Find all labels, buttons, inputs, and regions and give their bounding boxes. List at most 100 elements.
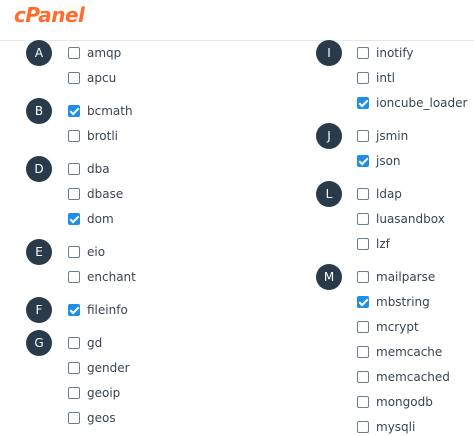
- checkbox-unchecked[interactable]: [357, 321, 369, 333]
- extension-label: eio: [87, 245, 106, 259]
- extension-label: gd: [87, 336, 103, 350]
- extension-option-amqp[interactable]: amqp: [68, 43, 121, 63]
- header: cPanel: [0, 0, 474, 41]
- checkbox-unchecked[interactable]: [357, 47, 369, 59]
- extension-label: memcached: [376, 370, 450, 384]
- extension-label: geos: [87, 411, 116, 425]
- checkbox-unchecked[interactable]: [357, 130, 369, 142]
- extension-label: jsmin: [376, 129, 409, 143]
- checkbox-checked[interactable]: [68, 304, 80, 316]
- extension-option-enchant[interactable]: enchant: [68, 267, 136, 287]
- letter-badge-a: A: [26, 40, 52, 66]
- checkbox-unchecked[interactable]: [68, 130, 80, 142]
- checkbox-unchecked[interactable]: [68, 246, 80, 258]
- extension-label: geoip: [87, 386, 121, 400]
- letter-badge-i: I: [316, 40, 342, 66]
- extension-option-ldap[interactable]: ldap: [357, 184, 402, 204]
- checkbox-unchecked[interactable]: [357, 213, 369, 225]
- letter-badge-b: B: [26, 98, 52, 124]
- extension-option-apcu[interactable]: apcu: [68, 68, 116, 88]
- extension-option-inotify[interactable]: inotify: [357, 43, 413, 63]
- extension-label: json: [376, 154, 401, 168]
- checkbox-unchecked[interactable]: [357, 72, 369, 84]
- extension-option-geos[interactable]: geos: [68, 408, 116, 428]
- extension-label: enchant: [87, 270, 136, 284]
- check-icon: [69, 105, 80, 116]
- checkbox-checked[interactable]: [68, 105, 80, 117]
- extension-option-gender[interactable]: gender: [68, 358, 130, 378]
- checkbox-checked[interactable]: [357, 97, 369, 109]
- checkbox-unchecked[interactable]: [68, 72, 80, 84]
- extension-option-lzf[interactable]: lzf: [357, 234, 390, 254]
- check-icon: [358, 97, 369, 108]
- checkbox-unchecked[interactable]: [68, 163, 80, 175]
- checkbox-unchecked[interactable]: [68, 387, 80, 399]
- extension-option-mailparse[interactable]: mailparse: [357, 267, 435, 287]
- extension-option-luasandbox[interactable]: luasandbox: [357, 209, 445, 229]
- checkbox-unchecked[interactable]: [357, 271, 369, 283]
- extension-label: intl: [376, 71, 395, 85]
- checkbox-unchecked[interactable]: [357, 421, 369, 433]
- extension-label: dom: [87, 212, 114, 226]
- extension-option-mongodb[interactable]: mongodb: [357, 392, 433, 412]
- extension-option-brotli[interactable]: brotli: [68, 126, 118, 146]
- checkbox-checked[interactable]: [357, 296, 369, 308]
- check-icon: [358, 155, 369, 166]
- checkbox-unchecked[interactable]: [68, 188, 80, 200]
- extension-option-dom[interactable]: dom: [68, 209, 114, 229]
- extension-option-json[interactable]: json: [357, 151, 401, 171]
- letter-badge-d: D: [26, 156, 52, 182]
- extension-option-dba[interactable]: dba: [68, 159, 110, 179]
- cpanel-logo[interactable]: cPanel: [14, 1, 85, 29]
- checkbox-unchecked[interactable]: [68, 47, 80, 59]
- check-icon: [358, 296, 369, 307]
- checkbox-unchecked[interactable]: [68, 337, 80, 349]
- checkbox-checked[interactable]: [68, 213, 80, 225]
- extension-option-jsmin[interactable]: jsmin: [357, 126, 408, 146]
- extension-option-dbase[interactable]: dbase: [68, 184, 123, 204]
- letter-badge-m: M: [316, 264, 342, 290]
- php-extensions-page: cPanel Aamqp apcu Bbcmath brotli Ddba dbase do…: [0, 0, 474, 436]
- checkbox-unchecked[interactable]: [357, 371, 369, 383]
- extension-label: apcu: [87, 71, 117, 85]
- checkbox-unchecked[interactable]: [357, 396, 369, 408]
- extension-option-eio[interactable]: eio: [68, 242, 105, 262]
- checkbox-unchecked[interactable]: [357, 346, 369, 358]
- checkbox-unchecked[interactable]: [68, 362, 80, 374]
- check-icon: [69, 304, 80, 315]
- extension-label: mongodb: [376, 395, 433, 409]
- extension-label: ioncube_loader: [376, 96, 468, 110]
- extension-label: mailparse: [376, 270, 436, 284]
- extension-option-mbstring[interactable]: mbstring: [357, 292, 430, 312]
- extension-option-memcache[interactable]: memcache: [357, 342, 442, 362]
- extension-label: lzf: [376, 237, 390, 251]
- extension-label: dba: [87, 162, 110, 176]
- extension-option-bcmath[interactable]: bcmath: [68, 101, 133, 121]
- extension-label: amqp: [87, 46, 122, 60]
- extension-label: brotli: [87, 129, 119, 143]
- extension-option-mcrypt[interactable]: mcrypt: [357, 317, 419, 337]
- checkbox-unchecked[interactable]: [357, 188, 369, 200]
- extension-option-memcached[interactable]: memcached: [357, 367, 450, 387]
- extension-label: fileinfo: [87, 303, 128, 317]
- extension-label: bcmath: [87, 104, 133, 118]
- checkbox-checked[interactable]: [357, 155, 369, 167]
- extension-label: luasandbox: [376, 212, 445, 226]
- checkbox-unchecked[interactable]: [68, 271, 80, 283]
- extension-option-intl[interactable]: intl: [357, 68, 395, 88]
- extension-label: mcrypt: [376, 320, 419, 334]
- letter-badge-j: J: [316, 123, 342, 149]
- extension-option-ioncube-loader[interactable]: ioncube_loader: [357, 93, 467, 113]
- check-icon: [69, 213, 80, 224]
- extension-option-gd[interactable]: gd: [68, 333, 102, 353]
- letter-badge-g: G: [26, 330, 52, 356]
- extension-option-fileinfo[interactable]: fileinfo: [68, 300, 128, 320]
- extension-option-mysqli[interactable]: mysqli: [357, 417, 415, 436]
- extension-label: mbstring: [376, 295, 430, 309]
- extension-option-geoip[interactable]: geoip: [68, 383, 120, 403]
- extension-label: ldap: [376, 187, 402, 201]
- letter-badge-e: E: [26, 239, 52, 265]
- extension-label: memcache: [376, 345, 443, 359]
- checkbox-unchecked[interactable]: [68, 412, 80, 424]
- checkbox-unchecked[interactable]: [357, 238, 369, 250]
